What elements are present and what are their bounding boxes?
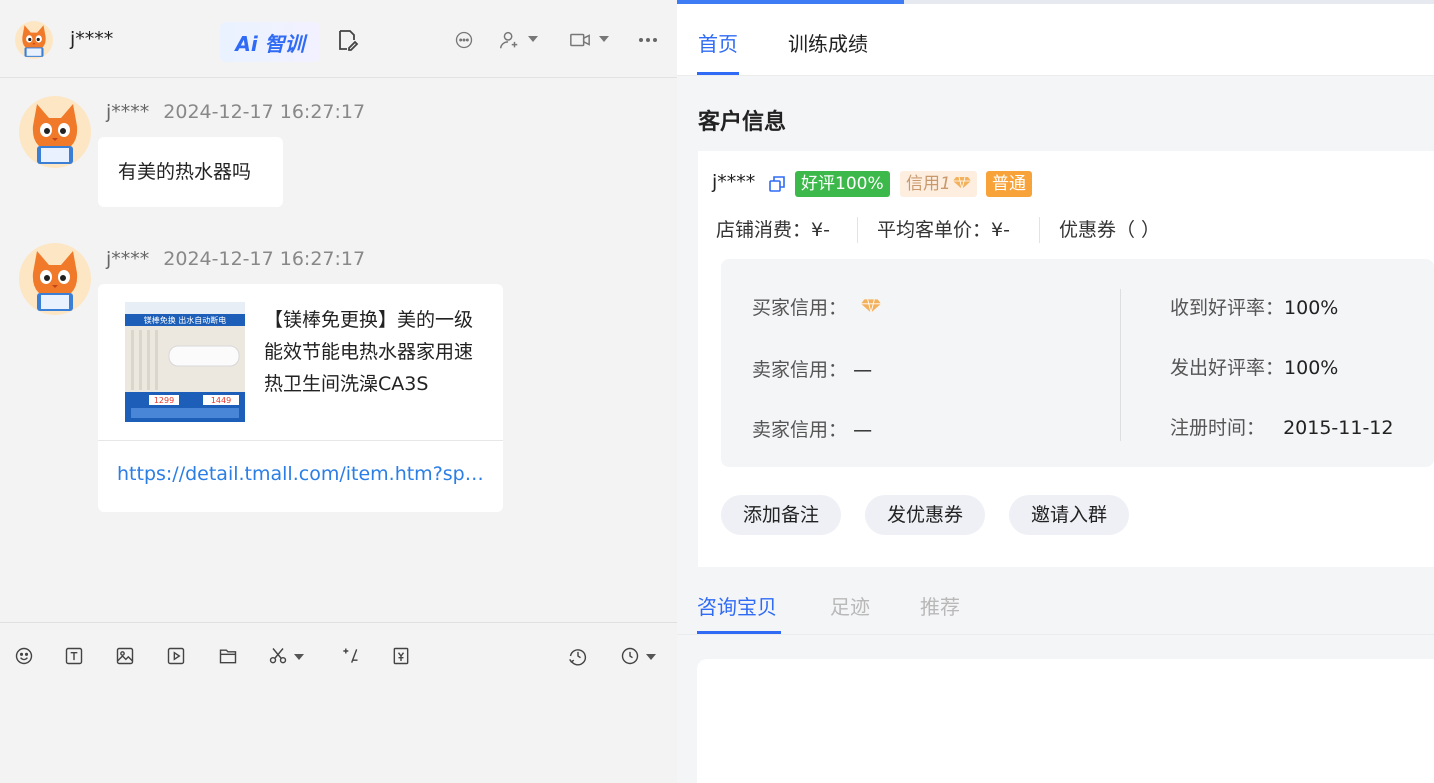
received-good-rate-row: 收到好评率：100% <box>1170 293 1338 320</box>
product-list-area <box>697 659 1434 783</box>
seller-credit-label: 卖家信用： <box>752 359 848 381</box>
product-thumbnail[interactable]: 镁棒免换 出水自动断电 1299 1449 <box>125 302 245 422</box>
contact-avatar[interactable] <box>15 21 53 59</box>
calculator-icon[interactable] <box>339 645 361 667</box>
sender-avatar[interactable] <box>19 96 91 168</box>
product-image-price-2: 1449 <box>211 396 231 405</box>
product-image-caption: 镁棒免换 出水自动断电 <box>144 315 227 325</box>
message-bubble[interactable]: 有美的热水器吗 <box>98 137 283 207</box>
tab-recommend[interactable]: 推荐 <box>920 591 960 620</box>
message-meta: j**** 2024-12-17 16:27:17 <box>106 101 365 123</box>
seller-credit-row: 卖家信用： — <box>752 415 872 442</box>
tab-inquired-items[interactable]: 咨询宝贝 <box>697 591 777 620</box>
customer-panel: 首页 训练成绩 客户信息 j**** 好评100% 信用1 普通 店铺消费：¥-… <box>677 0 1434 783</box>
user-icon[interactable] <box>495 26 523 54</box>
message-time: 2024-12-17 16:27:17 <box>163 248 366 270</box>
product-tabs: 咨询宝贝 足迹 推荐 <box>677 567 1434 635</box>
message-time: 2024-12-17 16:27:17 <box>163 101 366 123</box>
given-good-rate-value: 100% <box>1284 357 1339 379</box>
credit-tag-level: 1 <box>940 174 951 194</box>
video-menu-chevron-down-icon[interactable] <box>599 36 609 42</box>
send-coupon-button[interactable]: 发优惠券 <box>865 495 985 535</box>
stat-divider <box>1039 217 1040 243</box>
copy-icon[interactable] <box>768 175 786 193</box>
active-subtab-indicator <box>697 631 781 634</box>
scissors-icon[interactable] <box>267 645 289 667</box>
avg-order-stat: 平均客单价：¥- <box>877 219 1010 241</box>
image-icon[interactable] <box>114 645 136 667</box>
tab-home[interactable]: 首页 <box>698 28 738 57</box>
customer-name: j**** <box>712 171 756 193</box>
register-date-label: 注册时间： <box>1170 417 1266 439</box>
diamond-icon <box>861 299 882 313</box>
diamond-icon <box>952 176 971 190</box>
emoji-icon[interactable] <box>13 645 35 667</box>
ai-training-badge[interactable]: Ai 智训 <box>220 22 320 62</box>
shop-spend-stat: 店铺消费：¥- <box>716 219 830 241</box>
tab-footprint[interactable]: 足迹 <box>830 591 870 620</box>
more-options-icon[interactable] <box>634 26 662 54</box>
schedule-chevron-down-icon[interactable] <box>646 654 656 660</box>
sender-avatar[interactable] <box>19 243 91 315</box>
good-rating-tag: 好评100% <box>795 171 890 197</box>
sender-name: j**** <box>106 248 150 270</box>
credit-info-panel: 买家信用： 卖家信用： — 卖家信用： — 收到好评率：100% 发出好评率：1… <box>721 259 1434 467</box>
credit-tag-label: 信用 <box>906 174 940 194</box>
buyer-credit-label: 买家信用： <box>752 297 848 319</box>
chat-bubble-icon[interactable] <box>450 26 478 54</box>
seller-credit-value: — <box>853 359 873 381</box>
product-title[interactable]: 【镁棒免更换】美的一级能效节能电热水器家用速热卫生间洗澡CA3S <box>264 304 486 400</box>
stat-divider <box>857 217 858 243</box>
register-date-value: 2015-11-12 <box>1283 417 1394 439</box>
product-image-price-1: 1299 <box>154 396 174 405</box>
input-toolbar <box>0 622 677 688</box>
text-format-icon[interactable] <box>63 645 85 667</box>
chat-header: j**** Ai 智训 <box>0 0 677 78</box>
coupons-stat[interactable]: 优惠券（ ） <box>1059 215 1160 242</box>
panel-tabs: 首页 训练成绩 <box>677 4 1434 76</box>
folder-icon[interactable] <box>217 645 239 667</box>
product-card[interactable]: 镁棒免换 出水自动断电 1299 1449 【镁棒免更换】美的一级能效节能电热水… <box>98 284 503 512</box>
seller-credit-label: 卖家信用： <box>752 419 848 441</box>
message-text: 有美的热水器吗 <box>118 161 252 183</box>
given-good-rate-label: 发出好评率： <box>1170 357 1285 379</box>
clock-icon[interactable] <box>619 645 641 667</box>
invite-to-group-button[interactable]: 邀请入群 <box>1009 495 1129 535</box>
credit-tag: 信用1 <box>900 171 977 197</box>
received-good-rate-label: 收到好评率： <box>1170 297 1285 319</box>
message-meta: j**** 2024-12-17 16:27:17 <box>106 248 365 270</box>
info-divider <box>1120 289 1121 441</box>
active-tab-indicator <box>697 72 739 75</box>
tab-training-results[interactable]: 训练成绩 <box>788 28 868 57</box>
video-icon[interactable] <box>165 645 187 667</box>
customer-info-card: j**** 好评100% 信用1 普通 店铺消费：¥- 平均客单价：¥- 优惠券… <box>698 151 1434 567</box>
screenshot-chevron-down-icon[interactable] <box>294 654 304 660</box>
edit-note-icon[interactable] <box>333 26 361 54</box>
product-link[interactable]: https://detail.tmall.com/item.htm?spm... <box>117 463 487 485</box>
received-good-rate-value: 100% <box>1284 297 1339 319</box>
add-note-button[interactable]: 添加备注 <box>721 495 841 535</box>
given-good-rate-row: 发出好评率：100% <box>1170 353 1338 380</box>
history-icon[interactable] <box>567 645 589 667</box>
member-level-tag: 普通 <box>986 171 1032 197</box>
card-divider <box>98 440 503 441</box>
register-date-row: 注册时间： 2015-11-12 <box>1170 413 1393 440</box>
seller-credit-value: — <box>853 419 873 441</box>
contact-name: j**** <box>70 28 114 50</box>
video-call-icon[interactable] <box>566 26 594 54</box>
yuan-receipt-icon[interactable] <box>390 645 412 667</box>
buyer-credit-row: 买家信用： <box>752 293 882 320</box>
section-title-customer-info: 客户信息 <box>698 110 787 135</box>
seller-credit-row: 卖家信用： — <box>752 355 872 382</box>
chat-pane: j**** Ai 智训 j**** 2024-12-17 16:27:17 有美… <box>0 0 677 783</box>
user-menu-chevron-down-icon[interactable] <box>528 36 538 42</box>
sender-name: j**** <box>106 101 150 123</box>
